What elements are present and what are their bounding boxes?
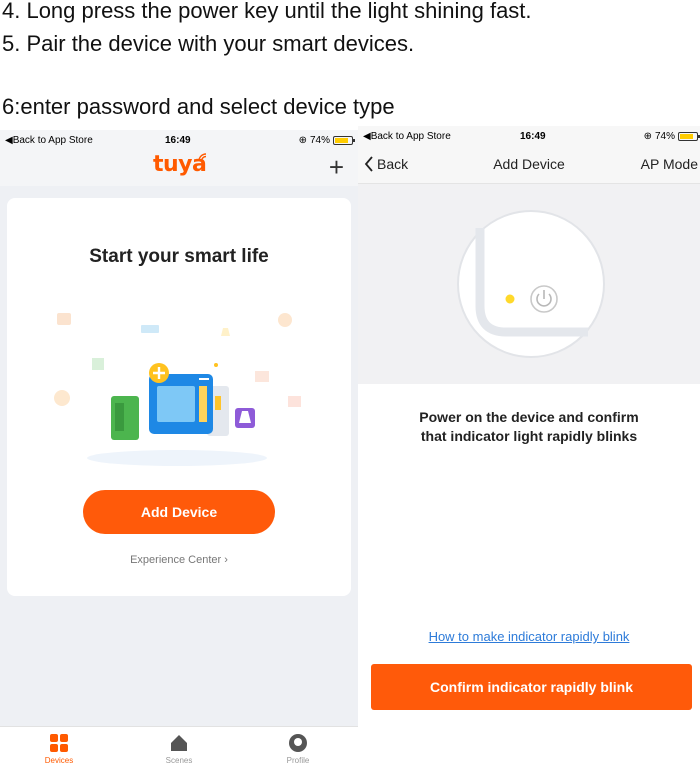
tab-devices[interactable]: Devices	[29, 733, 89, 765]
battery-icon	[678, 132, 700, 141]
lock-rotation-icon: ⊕	[643, 131, 652, 142]
battery-status: ⊕ 74%	[643, 131, 700, 142]
status-time: 16:49	[520, 131, 546, 142]
device-indicator-illustration	[358, 184, 700, 384]
experience-center-link[interactable]: Experience Center ›	[7, 554, 351, 566]
ap-mode-button[interactable]: AP Mode	[641, 156, 698, 172]
instruction-step-4: 4. Long press the power key until the li…	[2, 0, 532, 23]
instruction-step-5: 5. Pair the device with your smart devic…	[2, 31, 415, 56]
add-device-screenshot: ◀Back to App Store 16:49 ⊕ 74% Back Add …	[358, 126, 700, 768]
confirm-blink-button[interactable]: Confirm indicator rapidly blink	[371, 664, 692, 710]
add-plus-button[interactable]: +	[329, 152, 344, 182]
status-bar: ◀Back to App Store 16:49 ⊕ 74%	[358, 126, 700, 146]
card-title: Start your smart life	[89, 246, 269, 267]
home-screen-screenshot: ◀Back to App Store 16:49 ⊕ 74% tuya + St…	[0, 130, 358, 768]
back-to-app-store[interactable]: ◀Back to App Store	[5, 135, 93, 146]
home-icon	[171, 735, 187, 751]
status-bar: ◀Back to App Store 16:49 ⊕ 74%	[0, 130, 358, 150]
app-header: tuya +	[0, 150, 358, 186]
back-to-app-store[interactable]: ◀Back to App Store	[363, 131, 451, 142]
instruction-step-6: 6:enter password and select device type	[2, 94, 395, 119]
tab-scenes[interactable]: Scenes	[149, 733, 209, 765]
battery-icon	[333, 136, 355, 145]
battery-status: ⊕ 74%	[298, 135, 355, 146]
chevron-right-icon: ›	[224, 554, 228, 566]
smart-life-card: Start your smart life Add Device Experie…	[7, 198, 351, 596]
power-device-icon	[457, 210, 605, 358]
blink-help-link[interactable]: How to make indicator rapidly blink	[358, 629, 700, 644]
grid-icon	[50, 734, 68, 752]
lock-rotation-icon: ⊕	[298, 135, 307, 146]
navigation-bar: Back Add Device AP Mode	[358, 146, 700, 184]
smart-devices-illustration-icon	[54, 313, 301, 466]
wifi-mark-icon	[198, 153, 207, 162]
add-device-button[interactable]: Add Device	[83, 490, 275, 534]
status-time: 16:49	[165, 135, 191, 146]
tab-profile[interactable]: Profile	[268, 733, 328, 765]
instruction-text: Power on the device and confirm that ind…	[419, 409, 639, 444]
bottom-tab-bar: Devices Scenes Profile	[0, 726, 358, 768]
profile-icon	[289, 734, 307, 752]
